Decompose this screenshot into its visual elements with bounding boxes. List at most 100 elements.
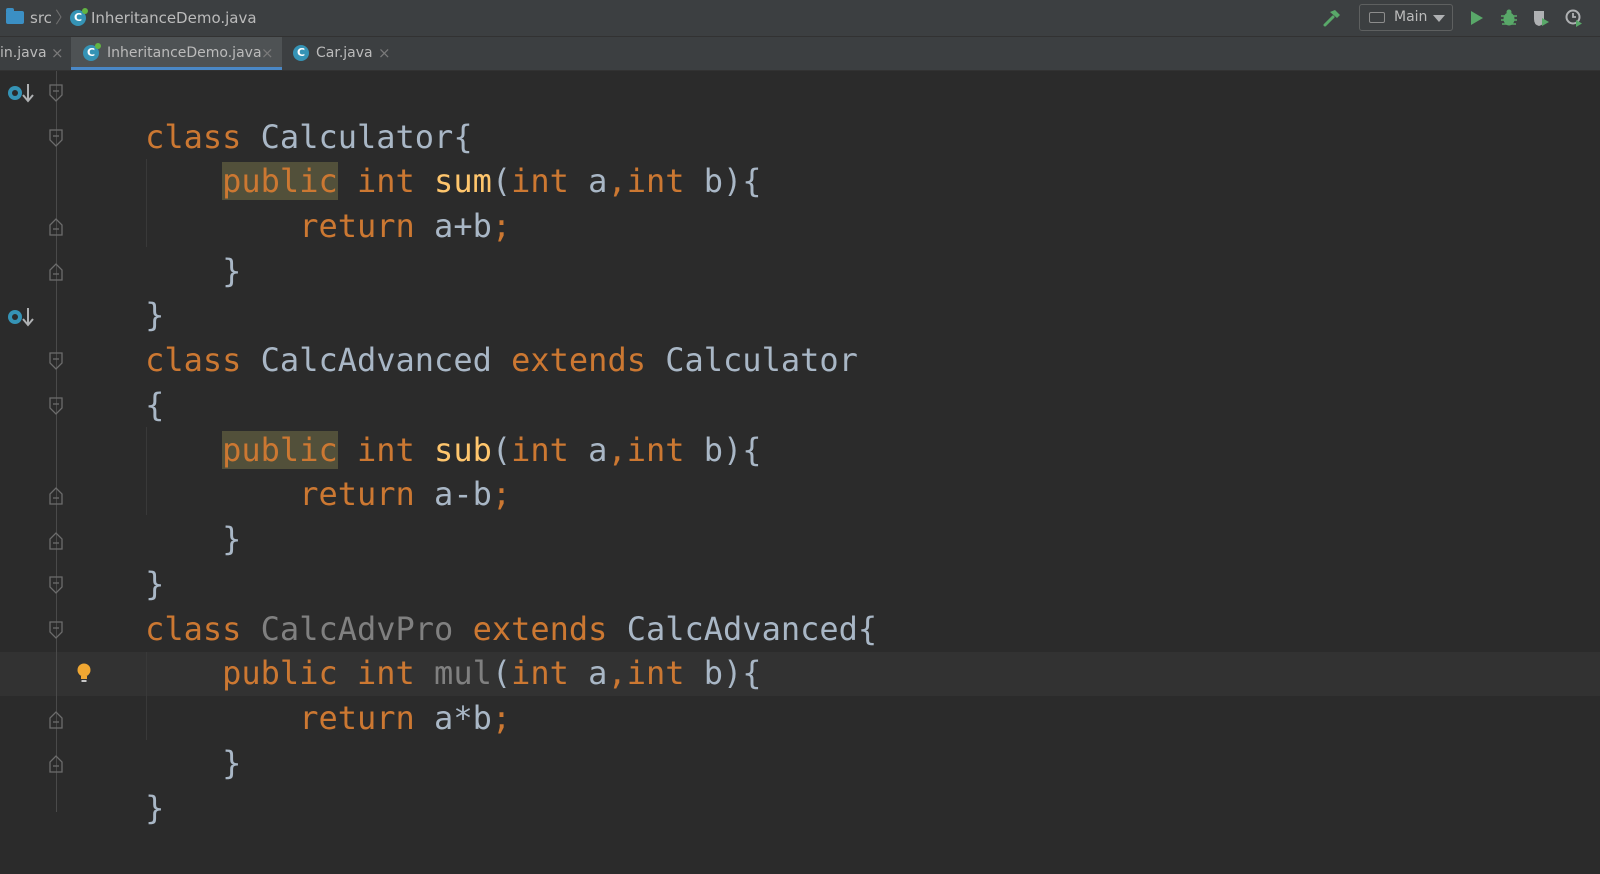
token-punctuation bbox=[685, 654, 704, 692]
fold-open-icon[interactable] bbox=[48, 621, 64, 639]
code-line-8[interactable]: public int sub(int a,int b){ bbox=[68, 384, 762, 469]
token-punctuation bbox=[646, 341, 665, 379]
token-punctuation: ){ bbox=[723, 431, 762, 469]
tab-label: InheritanceDemo.java bbox=[107, 45, 262, 61]
fold-open-icon[interactable] bbox=[48, 576, 64, 594]
fold-close-icon[interactable] bbox=[48, 711, 64, 729]
tab-label: in.java bbox=[0, 45, 47, 61]
token-identifier: b bbox=[472, 699, 492, 737]
code-line-7[interactable]: { bbox=[68, 339, 164, 424]
coverage-icon[interactable] bbox=[1531, 8, 1551, 28]
token-punctuation: , bbox=[607, 431, 626, 469]
token-punctuation bbox=[415, 699, 434, 737]
token-punctuation: ; bbox=[491, 475, 512, 513]
fold-open-icon[interactable] bbox=[48, 129, 64, 147]
token-punctuation bbox=[415, 475, 434, 513]
fold-close-icon[interactable] bbox=[48, 532, 64, 550]
token-punctuation: - bbox=[453, 475, 473, 513]
code-line-11[interactable]: } bbox=[68, 518, 164, 603]
token-identifier: b bbox=[703, 162, 724, 200]
token-keyword: int bbox=[626, 431, 685, 469]
code-line-15[interactable]: } bbox=[68, 697, 241, 782]
token-punctuation bbox=[685, 162, 704, 200]
debug-icon[interactable] bbox=[1499, 8, 1519, 28]
breadcrumb-file[interactable]: InheritanceDemo.java bbox=[91, 0, 257, 36]
code-line-14[interactable]: return a*b; bbox=[68, 652, 511, 737]
token-keyword: int bbox=[626, 654, 685, 692]
token-keyword: extends bbox=[511, 341, 646, 379]
fold-open-icon[interactable] bbox=[48, 352, 64, 370]
token-punctuation: ; bbox=[492, 475, 511, 513]
token-identifier: a bbox=[434, 475, 454, 513]
fold-close-icon[interactable] bbox=[48, 755, 64, 773]
fold-open-icon[interactable] bbox=[48, 84, 64, 102]
token-punctuation: ){ bbox=[723, 654, 762, 692]
token-punctuation: * bbox=[453, 699, 473, 737]
breadcrumb-src[interactable]: src bbox=[30, 0, 52, 36]
token-identifier: a bbox=[588, 162, 608, 200]
build-hammer-icon[interactable] bbox=[1322, 8, 1342, 28]
token-identifier: a bbox=[588, 431, 608, 469]
token-identifier: a bbox=[588, 654, 608, 692]
breadcrumb-separator-icon: 〉 bbox=[55, 8, 72, 27]
token-keyword: return bbox=[299, 475, 415, 513]
code-line-12[interactable]: class CalcAdvPro extends CalcAdvanced{ bbox=[68, 563, 877, 648]
breadcrumb-file-label: InheritanceDemo.java bbox=[91, 9, 257, 27]
fold-open-icon[interactable] bbox=[48, 397, 64, 415]
application-icon bbox=[1369, 12, 1385, 23]
profile-icon[interactable] bbox=[1564, 8, 1584, 28]
code-line-6[interactable]: class CalcAdvanced extends Calculator bbox=[68, 294, 858, 379]
code-line-4[interactable]: } bbox=[68, 205, 241, 290]
token-keyword: int bbox=[511, 431, 569, 469]
token-punctuation: ; bbox=[492, 699, 511, 737]
run-icon[interactable] bbox=[1466, 8, 1486, 28]
run-configuration-select[interactable]: Main bbox=[1359, 4, 1453, 31]
code-line-5[interactable]: } bbox=[68, 249, 164, 334]
close-icon[interactable]: × bbox=[378, 44, 391, 62]
code-line-9[interactable]: return a-b; bbox=[68, 428, 511, 513]
token-identifier: b bbox=[472, 475, 492, 513]
token-punctuation bbox=[569, 162, 588, 200]
token-identifier: CalcAdvanced bbox=[260, 341, 492, 379]
code-line-2[interactable]: public int sum(int a,int b){ bbox=[68, 115, 762, 200]
code-line-13[interactable]: public int mul(int a,int b){ bbox=[68, 607, 761, 692]
token-punctuation bbox=[492, 341, 511, 379]
fold-close-icon[interactable] bbox=[48, 263, 64, 281]
active-tab-indicator bbox=[71, 67, 282, 70]
java-class-icon: C bbox=[293, 45, 309, 61]
token-punctuation: + bbox=[453, 207, 473, 245]
tab-car-java[interactable]: C Car.java × bbox=[283, 37, 403, 70]
overridden-by-subclass-icon[interactable] bbox=[6, 80, 36, 106]
token-punctuation: , bbox=[607, 162, 627, 200]
token-punctuation: ; bbox=[491, 207, 512, 245]
token-identifier: a bbox=[434, 699, 454, 737]
fold-close-icon[interactable] bbox=[48, 218, 64, 236]
navigation-bar: src 〉 C InheritanceDemo.java Main bbox=[0, 0, 1600, 37]
token-identifier: b bbox=[703, 654, 724, 692]
token-punctuation bbox=[569, 431, 588, 469]
token-identifier: b bbox=[472, 207, 492, 245]
code-editor[interactable]: class Calculator{ public int sum(int a,i… bbox=[0, 71, 1600, 827]
token-punctuation: , bbox=[607, 654, 627, 692]
breadcrumb-src-label: src bbox=[30, 9, 52, 27]
code-line-3[interactable]: return a+b; bbox=[68, 160, 511, 245]
tab-in-java[interactable]: in.java × bbox=[0, 37, 70, 70]
token-punctuation bbox=[241, 341, 260, 379]
token-identifier: a bbox=[434, 207, 454, 245]
token-keyword: int bbox=[511, 654, 569, 692]
run-configuration-label: Main bbox=[1394, 9, 1428, 25]
code-line-10[interactable]: } bbox=[68, 473, 241, 558]
token-punctuation: ; bbox=[492, 207, 511, 245]
token-punctuation bbox=[415, 207, 434, 245]
code-line-16[interactable]: } bbox=[68, 742, 164, 827]
tab-inheritancedemo-java[interactable]: C InheritanceDemo.java × bbox=[71, 37, 282, 70]
fold-close-icon[interactable] bbox=[48, 487, 64, 505]
token-identifier: Calculator bbox=[665, 341, 858, 379]
token-punctuation: , bbox=[607, 162, 626, 200]
gutter-separator bbox=[56, 71, 57, 812]
close-icon[interactable]: × bbox=[261, 44, 274, 62]
token-punctuation: } bbox=[145, 789, 165, 827]
close-icon[interactable]: × bbox=[51, 44, 64, 62]
overridden-by-subclass-icon[interactable] bbox=[6, 304, 36, 330]
code-line-1[interactable]: class Calculator{ bbox=[68, 71, 473, 156]
